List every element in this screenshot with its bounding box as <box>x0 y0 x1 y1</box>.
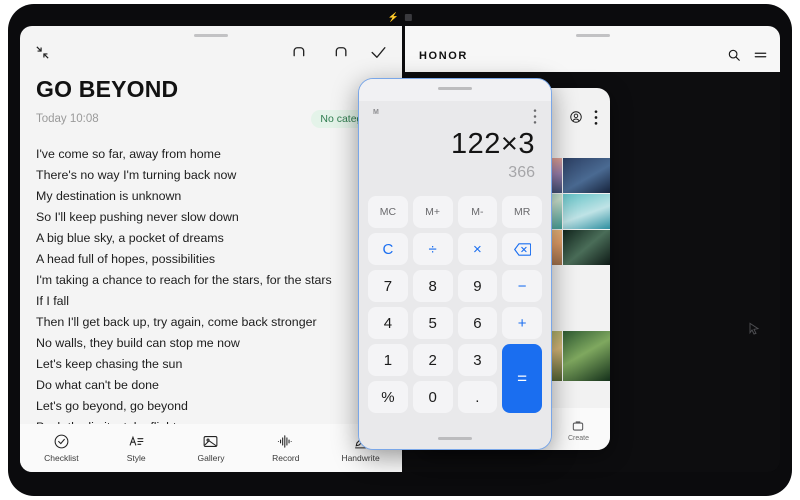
calculator-display: 122×3 366 <box>359 124 551 182</box>
note-meta-row: Today 10:08 No category <box>36 110 386 128</box>
calculator-key-m[interactable]: M- <box>457 196 498 228</box>
honor-toolbar: HONOR <box>405 26 780 72</box>
check-icon[interactable] <box>369 43 388 62</box>
calculator-key-m[interactable]: M+ <box>412 196 453 228</box>
calculator-footer <box>359 429 551 449</box>
square-icon <box>405 14 413 21</box>
calculator-key-[interactable]: % <box>368 381 408 413</box>
calculator-drag-handle[interactable] <box>438 87 472 90</box>
more-vertical-icon[interactable] <box>594 109 598 125</box>
calculator-key-[interactable]: + <box>502 307 542 339</box>
calculator-key-6[interactable]: 6 <box>457 307 498 339</box>
note-body[interactable]: GO BEYOND Today 10:08 No category I've c… <box>20 68 402 424</box>
person-circle-icon[interactable] <box>569 110 583 124</box>
calculator-key-7[interactable]: 7 <box>368 270 408 302</box>
note-line: A big blue sky, a pocket of dreams <box>36 231 224 245</box>
note-line: Let's go beyond, go beyond <box>36 399 188 413</box>
note-line: A head full of hopes, possibilities <box>36 252 216 266</box>
toolbar-label: Record <box>272 453 300 463</box>
bolt-icon: ⚡ <box>387 12 400 22</box>
note-line: Push the limits, take flight <box>36 417 386 424</box>
photo-thumbnail[interactable] <box>562 158 610 193</box>
honor-drag-handle[interactable] <box>575 34 610 37</box>
note-line: No walls, they build can stop me now <box>36 336 240 350</box>
toolbar-label: Gallery <box>197 453 225 463</box>
note-line: If I fall <box>36 294 70 308</box>
calculator-key-3[interactable]: 3 <box>457 344 498 376</box>
toolbar-label: Style <box>126 453 146 463</box>
image-icon <box>202 433 219 450</box>
collapse-arrows-icon[interactable] <box>34 44 51 61</box>
check-circle-icon <box>53 433 70 450</box>
calculator-key-[interactable]: × <box>457 233 498 265</box>
calculator-titlebar <box>359 79 551 101</box>
redo-icon[interactable] <box>330 43 349 62</box>
note-line: Then I'll get back up, try again, come b… <box>36 315 317 329</box>
calculator-key-c[interactable]: C <box>368 233 408 265</box>
calculator-result: 366 <box>508 164 535 181</box>
calculator-keypad[interactable]: MC M+ M- MR C ÷ × 7 8 9− 4 5 6 +1 2 3% 0. = <box>368 196 542 413</box>
note-line: I'm taking a chance to reach for the sta… <box>36 273 332 287</box>
waveform-icon <box>276 433 295 450</box>
toolbar-item-style[interactable]: Style <box>101 433 171 463</box>
photo-thumbnail[interactable] <box>562 331 610 381</box>
calculator-key-[interactable]: ÷ <box>412 233 453 265</box>
overlay-cursor-icon <box>746 320 762 336</box>
notes-toolbar: Checklist Style Gallery Record Handwrite <box>20 424 402 472</box>
calculator-key-equals[interactable]: = <box>502 344 542 413</box>
status-icons: ⚡ <box>387 12 413 22</box>
toolbar-item-checklist[interactable]: Checklist <box>26 433 96 463</box>
screen: GO BEYOND Today 10:08 No category I've c… <box>20 26 780 472</box>
note-line: There's no way I'm turning back now <box>36 168 237 182</box>
note-line: My destination is unknown <box>36 189 182 203</box>
calculator-key-0[interactable]: 0 <box>412 381 453 413</box>
note-line: So I'll keep pushing never slow down <box>36 210 239 224</box>
toolbar-label: Handwrite <box>341 453 380 463</box>
honor-site-title: HONOR <box>419 50 468 62</box>
note-line: Do what can't be done <box>36 378 159 392</box>
calculator-key-8[interactable]: 8 <box>412 270 453 302</box>
note-timestamp: Today 10:08 <box>36 113 99 125</box>
notes-drag-handle[interactable] <box>194 34 228 37</box>
photos-nav-create[interactable]: Create <box>568 419 589 442</box>
notes-window: GO BEYOND Today 10:08 No category I've c… <box>20 26 402 472</box>
undo-icon[interactable] <box>291 43 310 62</box>
calculator-key-9[interactable]: 9 <box>457 270 498 302</box>
toolbar-item-gallery[interactable]: Gallery <box>176 433 246 463</box>
more-vertical-icon[interactable] <box>533 109 537 124</box>
photo-thumbnail[interactable] <box>562 194 610 229</box>
search-icon[interactable] <box>727 48 741 62</box>
calculator-meta-row: M <box>359 101 551 124</box>
toolbar-label: Checklist <box>44 453 79 463</box>
note-text-lines[interactable]: I've come so far, away from home There's … <box>36 144 386 424</box>
calculator-resize-handle[interactable] <box>438 437 472 440</box>
calculator-key-[interactable]: . <box>457 381 498 413</box>
calculator-key-2[interactable]: 2 <box>412 344 453 376</box>
memory-indicator: M <box>373 109 379 116</box>
calculator-key-[interactable]: − <box>502 270 542 302</box>
hamburger-menu-icon[interactable] <box>753 48 768 62</box>
calculator-key-mc[interactable]: MC <box>368 196 408 228</box>
create-icon <box>571 419 585 433</box>
note-line: Let's keep chasing the sun <box>36 357 183 371</box>
calculator-window: M 122×3 366 MC M+ M- MR C ÷ × 7 8 9− 4 5 6 +1 2 3% 0. = <box>358 78 552 450</box>
calculator-key-mr[interactable]: MR <box>502 196 542 228</box>
photo-thumbnail[interactable] <box>562 230 610 265</box>
calculator-expression: 122×3 <box>451 128 535 160</box>
calculator-key-5[interactable]: 5 <box>412 307 453 339</box>
photos-nav-label: Create <box>567 435 589 442</box>
note-title: GO BEYOND <box>36 76 179 102</box>
calculator-key-1[interactable]: 1 <box>368 344 408 376</box>
text-style-icon <box>128 433 145 450</box>
calculator-key-4[interactable]: 4 <box>368 307 408 339</box>
tablet-device: ⚡ GO BEYOND Today 10:08 No category I've… <box>8 4 792 496</box>
note-line: I've come so far, away from home <box>36 147 221 161</box>
notes-header <box>20 26 402 68</box>
toolbar-item-record[interactable]: Record <box>251 433 321 463</box>
calculator-key-backspace[interactable] <box>502 233 542 265</box>
